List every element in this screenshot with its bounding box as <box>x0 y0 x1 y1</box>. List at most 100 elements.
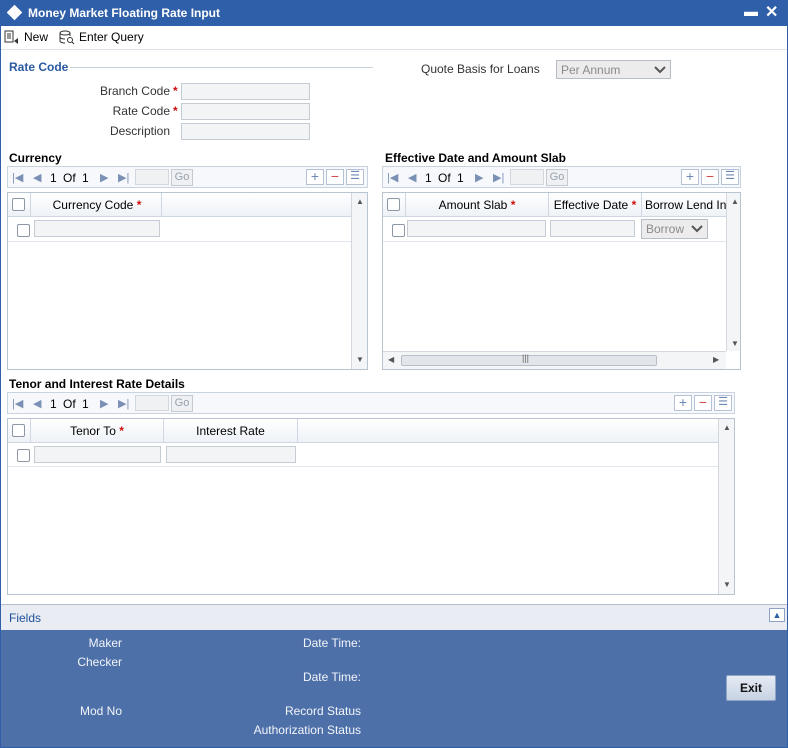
checker-label: Checker <box>77 655 122 669</box>
scroll-down-icon[interactable]: ▼ <box>731 339 739 348</box>
scroll-up-icon[interactable]: ▲ <box>723 423 731 432</box>
header-row: Tenor To * Interest Rate <box>8 419 718 443</box>
of-label: Of <box>438 171 451 185</box>
go-button[interactable]: Go <box>171 169 193 186</box>
page-number: 1 <box>425 171 432 185</box>
page-input[interactable] <box>135 169 169 185</box>
last-page-icon[interactable]: ▶| <box>493 171 504 184</box>
next-page-icon[interactable]: ▶ <box>475 171 483 184</box>
add-row-icon[interactable]: + <box>674 395 692 411</box>
quote-basis-select[interactable]: Per Annum <box>556 60 671 79</box>
currency-grid: Currency Code * ▲ ▼ <box>7 192 368 370</box>
diamond-icon <box>6 4 23 21</box>
single-view-icon[interactable]: ☰ <box>721 169 739 185</box>
new-label: New <box>24 30 49 44</box>
rate-code-legend: Rate Code <box>9 60 69 74</box>
row-checkbox[interactable] <box>17 224 30 237</box>
prev-page-icon[interactable]: ◀ <box>33 171 41 184</box>
currency-code-cell[interactable] <box>34 220 160 237</box>
scroll-down-icon[interactable]: ▼ <box>723 580 731 589</box>
checker-date-time-label: Date Time: <box>302 670 361 684</box>
scroll-up-icon[interactable]: ▲ <box>731 197 739 206</box>
vertical-scrollbar[interactable]: ▲ ▼ <box>718 419 734 594</box>
scroll-right-icon[interactable]: ▶ <box>713 355 719 364</box>
of-label: Of <box>63 171 76 185</box>
add-row-icon[interactable]: + <box>306 169 324 185</box>
horizontal-scrollbar[interactable]: ◀ ||| ▶ <box>383 351 726 369</box>
page-total: 1 <box>82 397 89 411</box>
maker-date-time-label: Date Time: <box>302 636 361 650</box>
enter-query-button[interactable]: Enter Query <box>59 28 144 46</box>
header-row: Amount Slab * Effective Date * Borrow Le… <box>383 193 726 217</box>
page-input[interactable] <box>510 169 544 185</box>
scroll-down-icon[interactable]: ▼ <box>356 355 364 364</box>
table-row <box>8 241 351 242</box>
scroll-left-icon[interactable]: ◀ <box>388 355 394 364</box>
close-icon[interactable]: ✕ <box>765 2 778 22</box>
page-input[interactable] <box>135 395 169 411</box>
fields-link[interactable]: Fields <box>9 611 41 625</box>
title-bar: Money Market Floating Rate Input ▬ ✕ <box>0 0 788 26</box>
column-header-interest-rate: Interest Rate <box>196 424 265 438</box>
single-view-icon[interactable]: ☰ <box>346 169 364 185</box>
fields-bar: Fields ▲ <box>1 604 787 630</box>
last-page-icon[interactable]: ▶| <box>118 171 129 184</box>
go-button[interactable]: Go <box>171 395 193 412</box>
mod-no-label: Mod No <box>79 704 122 718</box>
borrow-lend-value: Borrow <box>646 222 685 236</box>
new-icon <box>4 30 18 44</box>
maker-label: Maker <box>88 636 122 650</box>
vertical-scrollbar[interactable]: ▲ ▼ <box>726 193 740 351</box>
currency-pager: |◀ ◀ 1 Of 1 ▶ ▶| Go + − ☰ <box>7 166 368 188</box>
delete-row-icon[interactable]: − <box>701 169 719 185</box>
next-page-icon[interactable]: ▶ <box>100 171 108 184</box>
table-row <box>8 466 718 467</box>
row-checkbox[interactable] <box>17 449 30 462</box>
tenor-pager: |◀ ◀ 1 Of 1 ▶ ▶| Go + − ☰ <box>7 392 735 414</box>
column-header-tenor-to: Tenor To * <box>70 424 124 438</box>
first-page-icon[interactable]: |◀ <box>387 171 398 184</box>
borrow-lend-select[interactable]: Borrow <box>641 219 708 239</box>
tenor-to-cell[interactable] <box>34 446 161 463</box>
first-page-icon[interactable]: |◀ <box>12 397 23 410</box>
currency-title: Currency <box>9 151 62 165</box>
select-all-checkbox[interactable] <box>12 424 25 437</box>
column-header-currency-code: Currency Code * <box>52 198 142 212</box>
toolbar-divider <box>1 49 787 50</box>
quote-basis-value: Per Annum <box>561 62 621 77</box>
go-button[interactable]: Go <box>546 169 568 186</box>
collapse-icon[interactable]: ▲ <box>769 608 785 622</box>
quote-basis-label: Quote Basis for Loans <box>421 62 540 76</box>
vertical-scrollbar[interactable]: ▲ ▼ <box>351 193 367 369</box>
rate-code-field[interactable] <box>181 103 310 120</box>
horizontal-scroll-thumb[interactable]: ||| <box>401 353 657 366</box>
row-checkbox[interactable] <box>392 224 405 237</box>
effective-date-cell[interactable] <box>550 220 635 237</box>
required-mark: * <box>173 104 178 118</box>
last-page-icon[interactable]: ▶| <box>118 397 129 410</box>
table-row <box>383 241 726 242</box>
new-button[interactable]: New <box>4 28 48 46</box>
interest-rate-cell[interactable] <box>166 446 296 463</box>
prev-page-icon[interactable]: ◀ <box>33 397 41 410</box>
minimize-icon[interactable]: ▬ <box>744 3 758 19</box>
amount-slab-cell[interactable] <box>407 220 546 237</box>
scroll-up-icon[interactable]: ▲ <box>356 197 364 206</box>
required-mark: * <box>173 84 178 98</box>
window-title: Money Market Floating Rate Input <box>28 6 221 20</box>
select-all-checkbox[interactable] <box>387 198 400 211</box>
description-field[interactable] <box>181 123 310 140</box>
page-total: 1 <box>457 171 464 185</box>
first-page-icon[interactable]: |◀ <box>12 171 23 184</box>
delete-row-icon[interactable]: − <box>694 395 712 411</box>
authorization-status-label: Authorization Status <box>253 723 361 737</box>
prev-page-icon[interactable]: ◀ <box>408 171 416 184</box>
next-page-icon[interactable]: ▶ <box>100 397 108 410</box>
column-header-effective-date: Effective Date * <box>553 198 637 212</box>
delete-row-icon[interactable]: − <box>326 169 344 185</box>
select-all-checkbox[interactable] <box>12 198 25 211</box>
branch-code-field[interactable] <box>181 83 310 100</box>
add-row-icon[interactable]: + <box>681 169 699 185</box>
single-view-icon[interactable]: ☰ <box>714 395 732 411</box>
exit-button[interactable]: Exit <box>726 675 776 701</box>
